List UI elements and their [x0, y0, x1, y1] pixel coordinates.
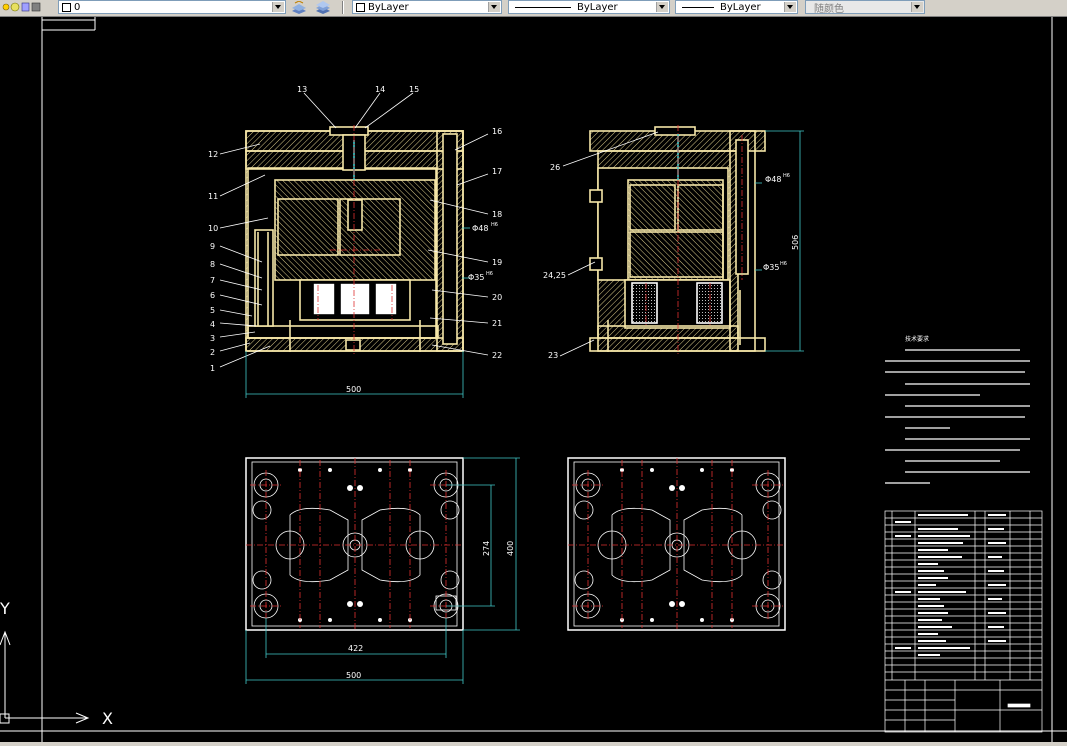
- technical-notes: 技术要求: [885, 335, 1030, 484]
- dim-400-text: 400: [506, 541, 515, 556]
- chevron-down-icon[interactable]: [656, 2, 668, 12]
- layer-color-swatch: [62, 2, 71, 12]
- parts-list-table: [884, 510, 1043, 733]
- callout-26: 26: [550, 163, 560, 172]
- make-object-layer-current-icon[interactable]: [290, 0, 308, 14]
- chevron-down-icon[interactable]: [784, 2, 796, 12]
- layer-state-icons[interactable]: [2, 1, 50, 14]
- dim-500-plan-text: 500: [346, 671, 361, 680]
- callout-2: 2: [210, 348, 215, 357]
- chevron-down-icon[interactable]: [488, 2, 500, 12]
- plan-view-left-dimensions: [245, 457, 520, 684]
- mold-plan-view-right: [567, 457, 786, 631]
- layer-previous-icon[interactable]: [314, 1, 332, 14]
- layer-name: 0: [74, 1, 81, 13]
- tol-48-left: H6: [491, 222, 498, 228]
- tol-48-right: H6: [783, 173, 790, 179]
- callout-6: 6: [210, 291, 215, 300]
- dim-274-text: 274: [482, 541, 491, 556]
- chevron-down-icon[interactable]: [272, 2, 284, 12]
- callout-5: 5: [210, 306, 215, 315]
- callout-15: 15: [409, 85, 419, 94]
- color-dropdown[interactable]: ByLayer: [352, 0, 502, 14]
- lineweight-value: ByLayer: [720, 1, 761, 13]
- color-value: ByLayer: [368, 1, 409, 13]
- properties-toolbar: 0 ByLayer ByLayer ByLayer 随颜色: [0, 0, 1067, 17]
- ucs-x-label: X: [102, 709, 113, 728]
- parts-list-text-marks: [895, 514, 1006, 656]
- callout-8: 8: [210, 260, 215, 269]
- dim-500-text: 500: [346, 385, 361, 394]
- ucs-icon: [0, 630, 90, 724]
- callout-16: 16: [492, 127, 502, 136]
- lineweight-dropdown[interactable]: ByLayer: [675, 0, 798, 14]
- dim-506-text: 506: [791, 235, 800, 250]
- mold-side-section: [589, 126, 766, 352]
- callout-13: 13: [297, 85, 307, 94]
- color-swatch: [356, 2, 365, 12]
- drawing-canvas[interactable]: 1 2 3 4 5 6 7 8 9 10 11 12 13 14 15 16 1…: [0, 17, 1067, 746]
- callout-21: 21: [492, 319, 502, 328]
- model-layout-tabs[interactable]: [0, 742, 1067, 746]
- callout-24-25: 24,25: [543, 271, 566, 280]
- mold-plan-view-left: [245, 457, 464, 631]
- layer-dropdown[interactable]: 0: [58, 0, 286, 14]
- callout-11: 11: [208, 192, 218, 201]
- ucs-y-label: Y: [0, 599, 10, 618]
- linetype-sample: [515, 6, 571, 8]
- tol-35-left: H6: [486, 271, 493, 277]
- callout-23: 23: [548, 351, 558, 360]
- plotstyle-value: 随颜色: [814, 3, 844, 15]
- linetype-value: ByLayer: [577, 1, 618, 13]
- dia-48-right: Φ48: [765, 175, 781, 184]
- plotstyle-dropdown[interactable]: 随颜色: [805, 0, 925, 15]
- callout-12: 12: [208, 150, 218, 159]
- toolbar-separator: [342, 1, 344, 14]
- tol-35-right: H6: [780, 261, 787, 267]
- dia-35-left: Φ35: [468, 273, 484, 282]
- callout-10: 10: [208, 224, 218, 233]
- callout-17: 17: [492, 167, 502, 176]
- callout-1: 1: [210, 364, 215, 373]
- dim-422-text: 422: [348, 644, 363, 653]
- callout-14: 14: [375, 85, 385, 94]
- callout-3: 3: [210, 334, 215, 343]
- linetype-dropdown[interactable]: ByLayer: [508, 0, 670, 14]
- lineweight-sample: [682, 6, 714, 8]
- tech-notes-title: 技术要求: [905, 335, 929, 343]
- dia-35-right: Φ35: [763, 263, 779, 272]
- dia-48-left: Φ48: [472, 224, 488, 233]
- callout-20: 20: [492, 293, 502, 302]
- callout-22: 22: [492, 351, 502, 360]
- callout-4: 4: [210, 320, 215, 329]
- callout-19: 19: [492, 258, 502, 267]
- callout-9: 9: [210, 242, 215, 251]
- callout-7: 7: [210, 276, 215, 285]
- callout-18: 18: [492, 210, 502, 219]
- chevron-down-icon[interactable]: [911, 2, 923, 12]
